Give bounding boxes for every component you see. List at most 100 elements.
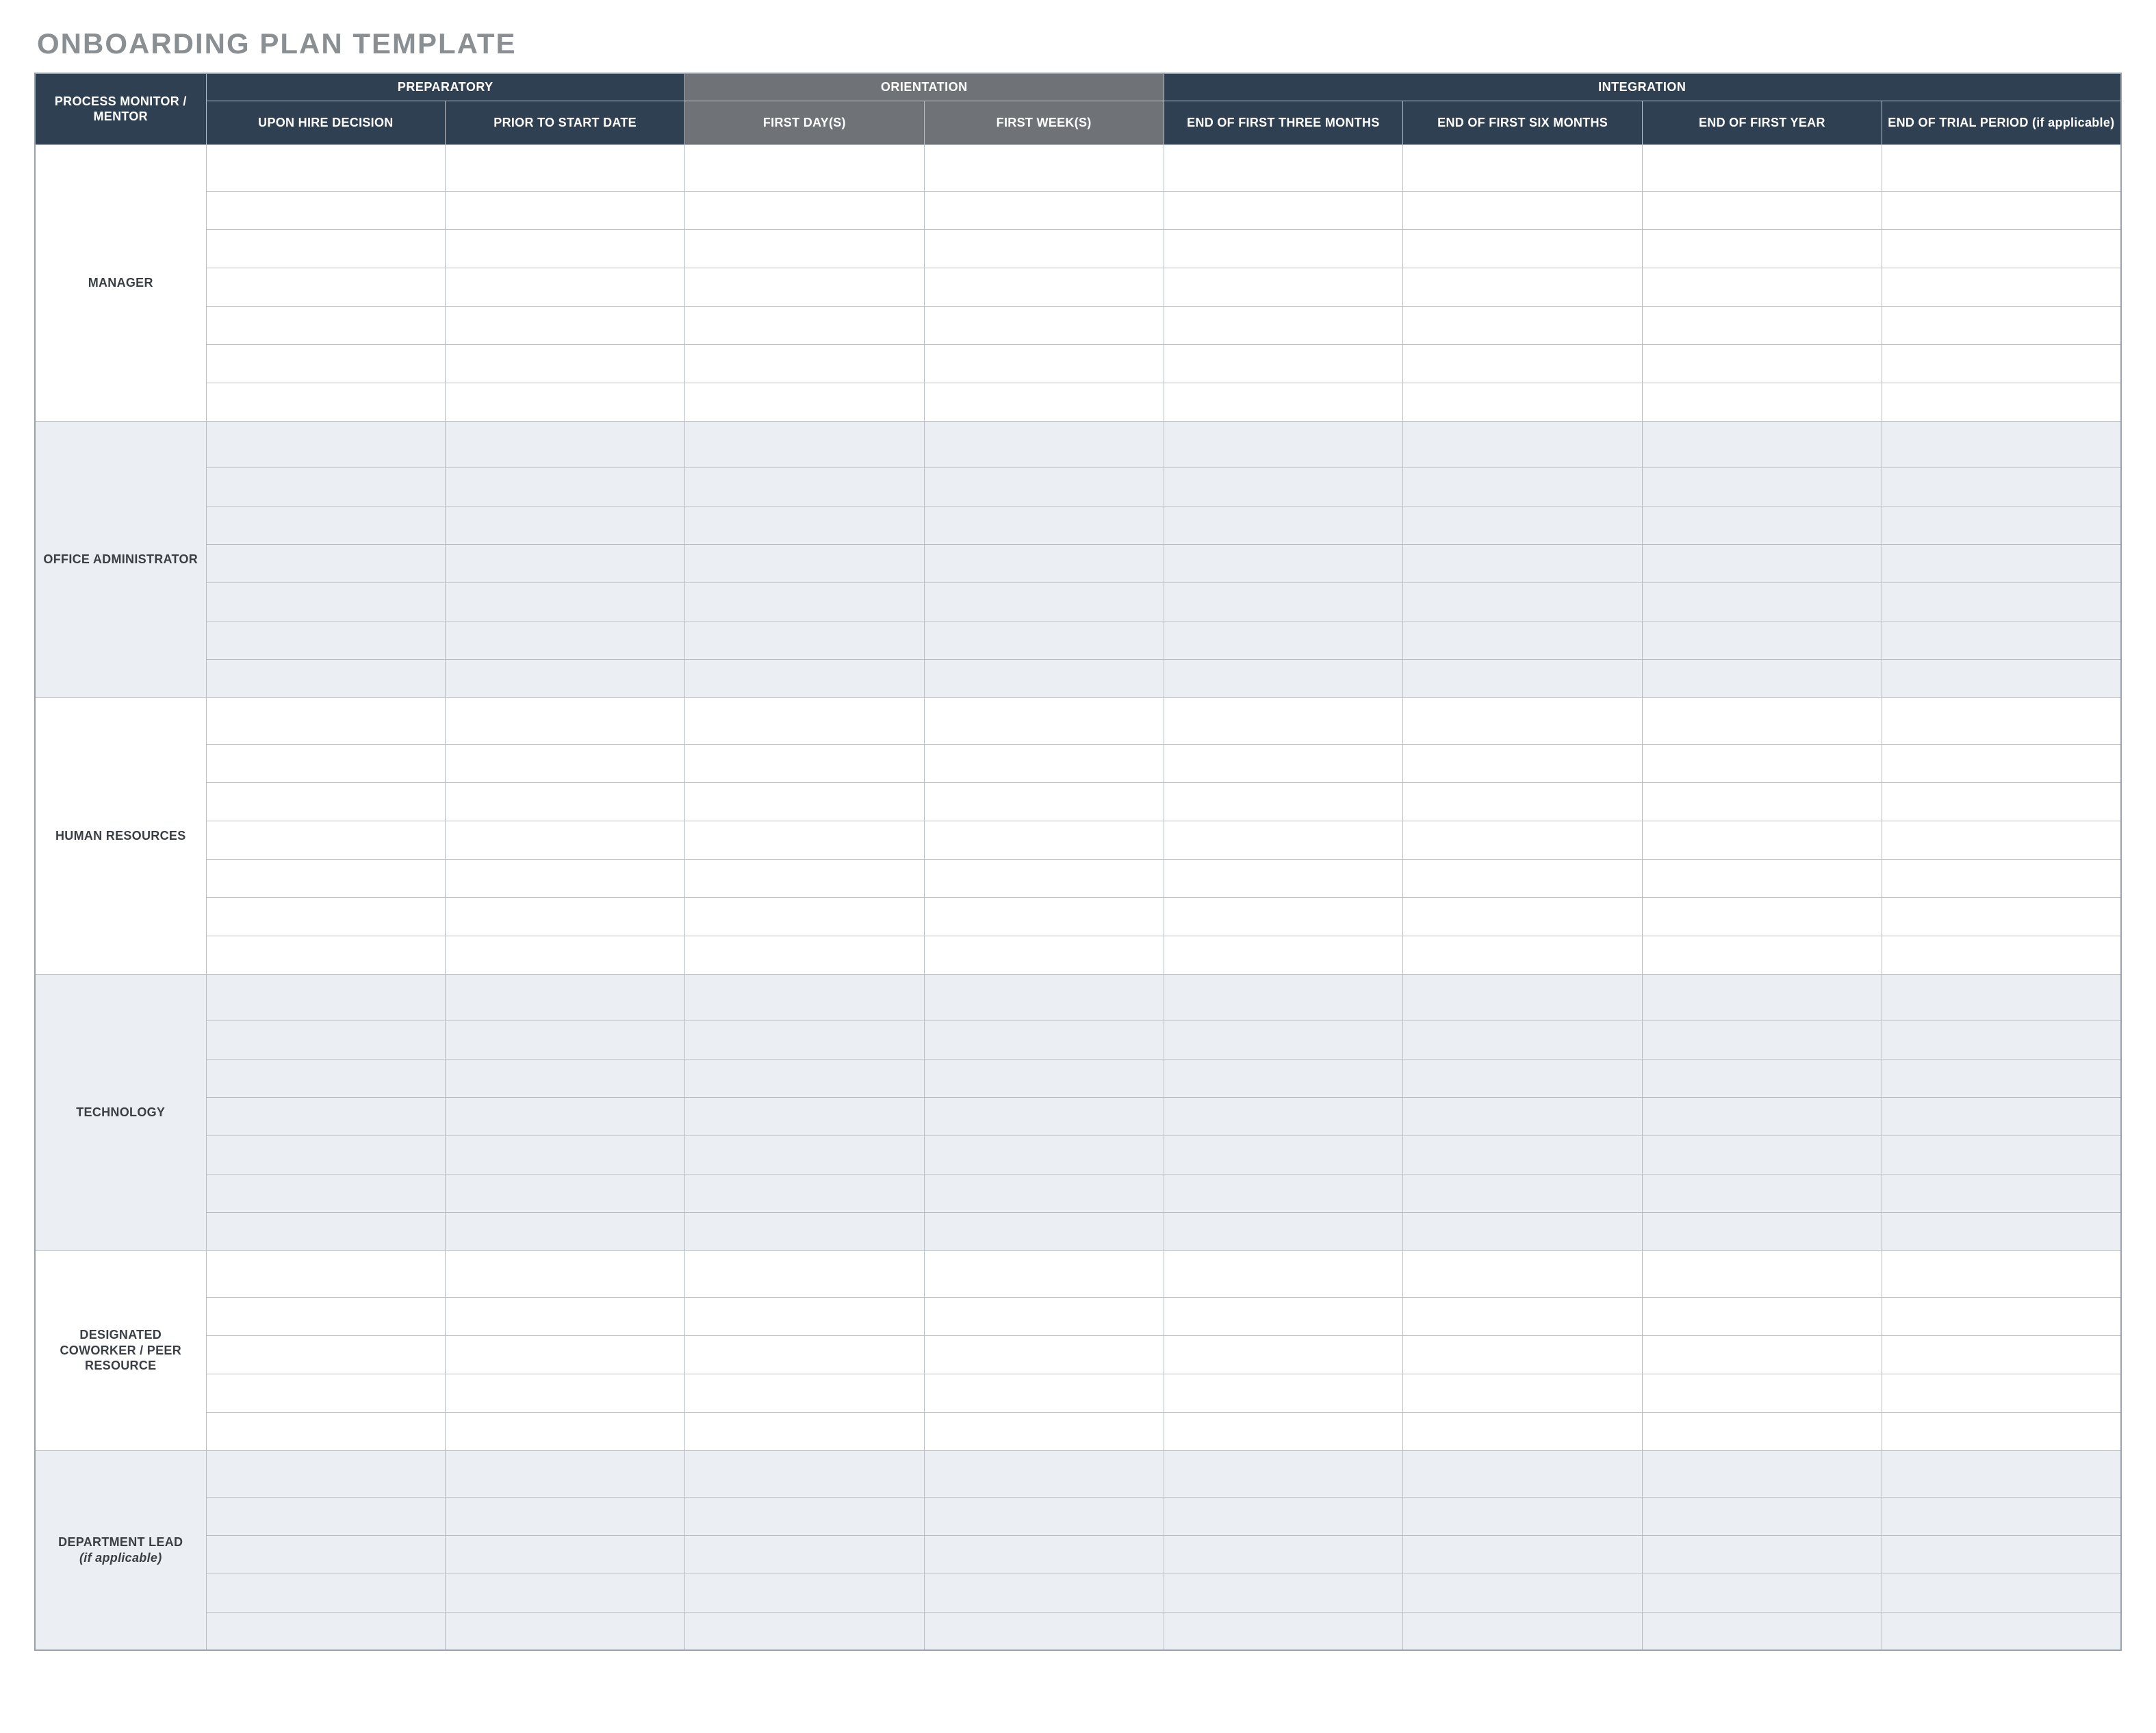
data-cell[interactable] — [446, 897, 685, 936]
data-cell[interactable] — [924, 1212, 1164, 1250]
data-cell[interactable] — [446, 974, 685, 1020]
data-cell[interactable] — [685, 582, 925, 621]
data-cell[interactable] — [1403, 191, 1643, 229]
data-cell[interactable] — [446, 936, 685, 974]
data-cell[interactable] — [1403, 344, 1643, 383]
data-cell[interactable] — [924, 1535, 1164, 1574]
data-cell[interactable] — [1164, 268, 1403, 306]
data-cell[interactable] — [206, 1135, 446, 1174]
data-cell[interactable] — [1403, 467, 1643, 506]
data-cell[interactable] — [1164, 306, 1403, 344]
data-cell[interactable] — [446, 1612, 685, 1650]
data-cell[interactable] — [206, 621, 446, 659]
data-cell[interactable] — [924, 544, 1164, 582]
data-cell[interactable] — [924, 1612, 1164, 1650]
data-cell[interactable] — [685, 383, 925, 421]
data-cell[interactable] — [1403, 383, 1643, 421]
data-cell[interactable] — [1882, 1250, 2121, 1297]
data-cell[interactable] — [685, 859, 925, 897]
data-cell[interactable] — [1643, 544, 1882, 582]
data-cell[interactable] — [1164, 467, 1403, 506]
data-cell[interactable] — [1643, 859, 1882, 897]
data-cell[interactable] — [1403, 1450, 1643, 1497]
data-cell[interactable] — [206, 144, 446, 191]
data-cell[interactable] — [1643, 582, 1882, 621]
data-cell[interactable] — [1164, 506, 1403, 544]
data-cell[interactable] — [685, 191, 925, 229]
data-cell[interactable] — [446, 306, 685, 344]
data-cell[interactable] — [924, 268, 1164, 306]
data-cell[interactable] — [685, 1450, 925, 1497]
data-cell[interactable] — [1643, 268, 1882, 306]
data-cell[interactable] — [1164, 1097, 1403, 1135]
data-cell[interactable] — [924, 659, 1164, 697]
data-cell[interactable] — [1882, 859, 2121, 897]
data-cell[interactable] — [1643, 383, 1882, 421]
data-cell[interactable] — [1882, 782, 2121, 821]
data-cell[interactable] — [1882, 1497, 2121, 1535]
data-cell[interactable] — [924, 974, 1164, 1020]
data-cell[interactable] — [446, 421, 685, 467]
data-cell[interactable] — [1882, 229, 2121, 268]
data-cell[interactable] — [1643, 467, 1882, 506]
data-cell[interactable] — [1403, 1059, 1643, 1097]
data-cell[interactable] — [206, 936, 446, 974]
data-cell[interactable] — [924, 344, 1164, 383]
data-cell[interactable] — [1882, 1059, 2121, 1097]
data-cell[interactable] — [206, 1612, 446, 1650]
data-cell[interactable] — [924, 467, 1164, 506]
data-cell[interactable] — [1882, 421, 2121, 467]
data-cell[interactable] — [924, 191, 1164, 229]
data-cell[interactable] — [1403, 1535, 1643, 1574]
data-cell[interactable] — [446, 1374, 685, 1412]
data-cell[interactable] — [1164, 897, 1403, 936]
data-cell[interactable] — [1164, 659, 1403, 697]
data-cell[interactable] — [1643, 506, 1882, 544]
data-cell[interactable] — [1643, 1212, 1882, 1250]
data-cell[interactable] — [206, 268, 446, 306]
data-cell[interactable] — [1882, 1612, 2121, 1650]
data-cell[interactable] — [1164, 1059, 1403, 1097]
data-cell[interactable] — [1882, 344, 2121, 383]
data-cell[interactable] — [1643, 344, 1882, 383]
data-cell[interactable] — [1643, 621, 1882, 659]
data-cell[interactable] — [446, 1174, 685, 1212]
data-cell[interactable] — [1164, 544, 1403, 582]
data-cell[interactable] — [1403, 421, 1643, 467]
data-cell[interactable] — [685, 744, 925, 782]
data-cell[interactable] — [1643, 421, 1882, 467]
data-cell[interactable] — [1164, 859, 1403, 897]
data-cell[interactable] — [1882, 621, 2121, 659]
data-cell[interactable] — [685, 659, 925, 697]
data-cell[interactable] — [1164, 936, 1403, 974]
data-cell[interactable] — [1882, 306, 2121, 344]
data-cell[interactable] — [1164, 974, 1403, 1020]
data-cell[interactable] — [1403, 1335, 1643, 1374]
data-cell[interactable] — [206, 544, 446, 582]
data-cell[interactable] — [924, 421, 1164, 467]
data-cell[interactable] — [924, 1297, 1164, 1335]
data-cell[interactable] — [1164, 744, 1403, 782]
data-cell[interactable] — [685, 782, 925, 821]
data-cell[interactable] — [1403, 1135, 1643, 1174]
data-cell[interactable] — [1403, 506, 1643, 544]
data-cell[interactable] — [1164, 1174, 1403, 1212]
data-cell[interactable] — [446, 268, 685, 306]
data-cell[interactable] — [446, 1020, 685, 1059]
data-cell[interactable] — [1643, 1250, 1882, 1297]
data-cell[interactable] — [446, 859, 685, 897]
data-cell[interactable] — [1882, 1335, 2121, 1374]
data-cell[interactable] — [1882, 1412, 2121, 1450]
data-cell[interactable] — [206, 697, 446, 744]
data-cell[interactable] — [1643, 1335, 1882, 1374]
data-cell[interactable] — [206, 1250, 446, 1297]
data-cell[interactable] — [206, 1374, 446, 1412]
data-cell[interactable] — [1882, 744, 2121, 782]
data-cell[interactable] — [1164, 782, 1403, 821]
data-cell[interactable] — [1882, 1297, 2121, 1335]
data-cell[interactable] — [1403, 229, 1643, 268]
data-cell[interactable] — [446, 344, 685, 383]
data-cell[interactable] — [1403, 621, 1643, 659]
data-cell[interactable] — [1643, 1174, 1882, 1212]
data-cell[interactable] — [1403, 582, 1643, 621]
